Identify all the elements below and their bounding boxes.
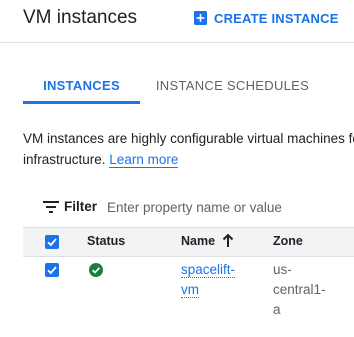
tab-bar: INSTANCES INSTANCE SCHEDULES [0, 62, 354, 104]
create-instance-button[interactable]: CREATE INSTANCE [194, 7, 339, 29]
select-all-checkbox[interactable] [45, 235, 59, 249]
tab-instance-schedules[interactable]: INSTANCE SCHEDULES [150, 62, 315, 104]
instance-name-line-2: vm [181, 282, 199, 298]
description-line-2-text: infrastructure. [23, 152, 106, 167]
checkbox-checked-icon [47, 238, 57, 247]
instance-zone-line-3: a [273, 302, 281, 317]
filter-label: Filter [64, 199, 98, 214]
instance-zone-line-2: central1- [273, 282, 326, 297]
tab-instances-label: INSTANCES [43, 78, 120, 93]
check-circle-icon [89, 263, 103, 277]
column-header-name-label: Name [181, 234, 216, 248]
page-description: VM instances are highly configurable vir… [23, 128, 354, 170]
row-checkbox[interactable] [45, 263, 59, 277]
add-box-icon [194, 11, 207, 25]
instance-name-line-1: spacelift- [181, 262, 236, 278]
column-header-name[interactable]: Name [181, 234, 234, 248]
column-header-status[interactable]: Status [87, 234, 125, 248]
tab-instances[interactable]: INSTANCES [23, 62, 140, 104]
filter-bar: Filter [0, 194, 354, 220]
instance-name-link[interactable]: spacelift- vm [181, 260, 251, 300]
arrow-up-icon [222, 234, 234, 247]
table-row: spacelift- vm us- central1- a [23, 256, 354, 326]
page-header: VM instances CREATE INSTANCE [0, 0, 354, 43]
filter-list-icon[interactable] [43, 200, 59, 214]
page-title: VM instances [23, 7, 138, 28]
filter-input[interactable] [107, 197, 347, 217]
description-line-2: infrastructure. Learn more [23, 149, 354, 170]
instance-zone: us- central1- a [273, 260, 333, 320]
active-tab-indicator [23, 101, 140, 104]
checkbox-checked-icon [47, 266, 57, 275]
instance-zone-line-1: us- [273, 262, 292, 277]
tab-instance-schedules-label: INSTANCE SCHEDULES [155, 78, 310, 93]
table-header-row: Status Name Zone [23, 227, 354, 257]
description-line-1: VM instances are highly configurable vir… [23, 131, 354, 146]
column-header-zone[interactable]: Zone [273, 234, 303, 248]
learn-more-link[interactable]: Learn more [109, 152, 179, 168]
create-instance-label: CREATE INSTANCE [214, 10, 339, 26]
